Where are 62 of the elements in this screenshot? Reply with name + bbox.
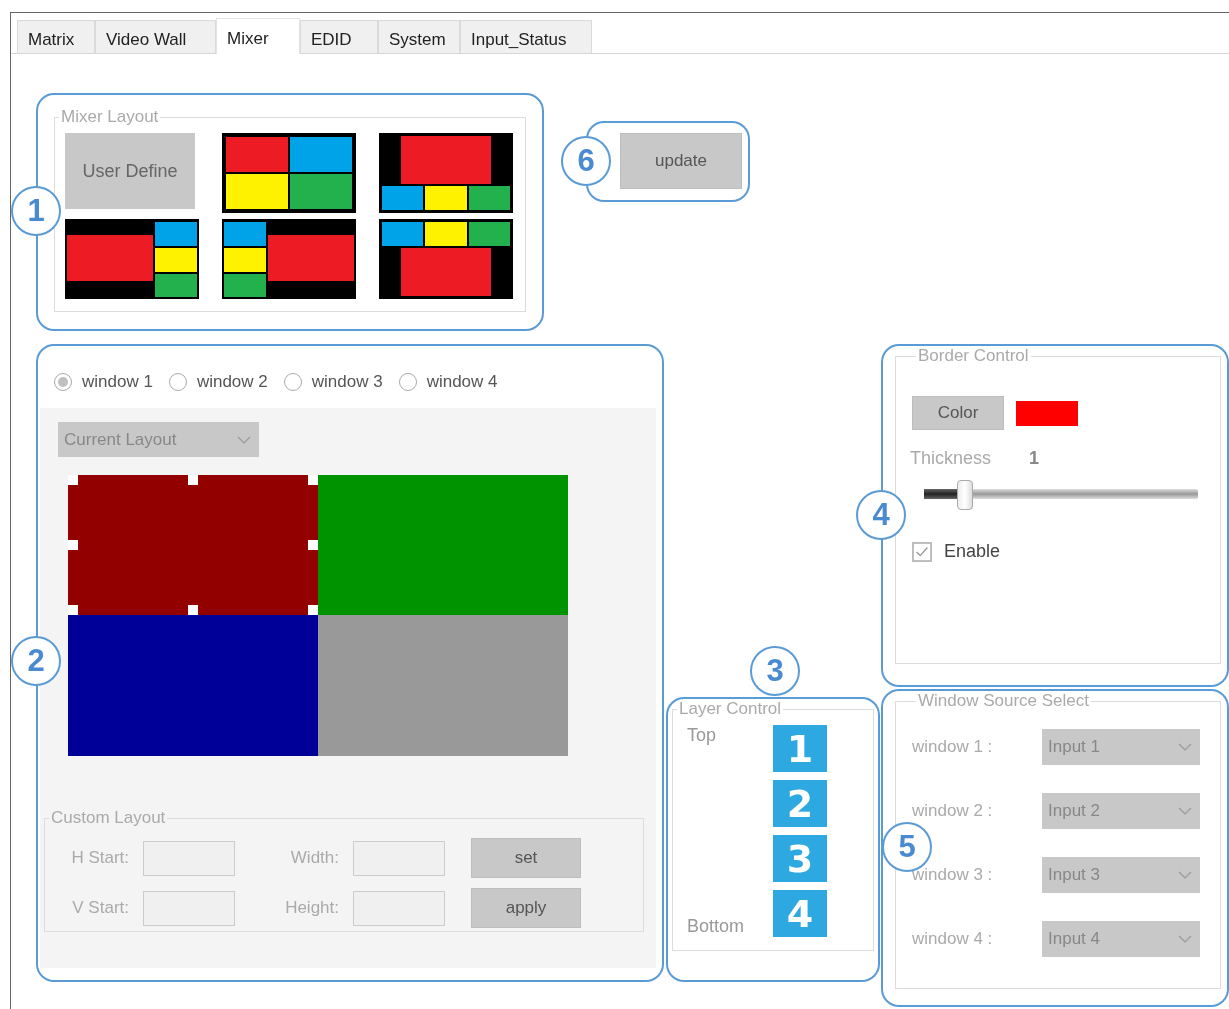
layout-preset-icon[interactable] — [222, 133, 356, 213]
update-button[interactable]: update — [620, 133, 742, 189]
layout-preset-icon[interactable] — [65, 219, 199, 299]
group-title: Layer Control — [678, 699, 783, 719]
set-button[interactable]: set — [471, 838, 581, 878]
callout-number: 4 — [856, 490, 906, 540]
tab[interactable]: EDID — [300, 20, 378, 53]
radio-button[interactable] — [283, 373, 302, 391]
radio-label: window 4 — [426, 372, 498, 392]
chevron-icon — [1178, 935, 1192, 943]
tab[interactable]: System — [378, 20, 460, 53]
color-button[interactable]: Color — [912, 396, 1004, 430]
layer-tile[interactable]: 2 — [773, 780, 827, 827]
thickness-label: Thickness — [910, 448, 992, 469]
layout-preset-icon[interactable] — [379, 219, 513, 299]
group-title: Mixer Layout — [60, 107, 160, 127]
chevron-icon — [1178, 871, 1192, 879]
layout-preset-icon[interactable] — [379, 133, 513, 213]
tab[interactable]: Matrix — [17, 20, 95, 53]
field-label: V Start: — [71, 898, 130, 918]
group-title: Custom Layout — [50, 808, 167, 828]
layer-label: Bottom — [687, 916, 746, 937]
checkbox[interactable] — [912, 541, 932, 562]
input-field[interactable] — [353, 840, 445, 876]
field-label: window 2 : — [912, 801, 994, 821]
layer-tile[interactable]: 4 — [773, 890, 827, 937]
field-label: Width: — [289, 848, 340, 868]
layer-label: Top — [687, 725, 718, 746]
tab[interactable]: Input_Status — [460, 20, 592, 53]
thickness-value: 1 — [1029, 448, 1040, 469]
callout-number: 2 — [11, 636, 61, 686]
chevron-icon — [237, 435, 251, 444]
tab[interactable]: Mixer — [216, 18, 300, 54]
tab[interactable]: Video Wall — [95, 20, 216, 53]
chevron-icon — [1178, 743, 1192, 751]
apply-button[interactable]: apply — [471, 888, 581, 928]
radio-button[interactable] — [168, 373, 187, 391]
radio-label: window 2 — [196, 372, 268, 392]
chevron-icon — [1178, 807, 1192, 815]
radio-label: window 1 — [82, 372, 153, 392]
layout-preset-icon[interactable] — [222, 219, 356, 299]
input-field[interactable] — [143, 840, 235, 876]
group-title: Border Control — [917, 346, 1030, 366]
field-label: window 4 : — [912, 929, 994, 949]
checkbox-label: Enable — [944, 541, 1001, 562]
slider-thumb[interactable] — [957, 480, 974, 510]
field-label: H Start: — [70, 848, 130, 868]
radio-label: window 3 — [311, 372, 383, 392]
callout-number: 1 — [11, 186, 61, 236]
layer-tile[interactable]: 3 — [773, 835, 827, 882]
radio-button[interactable] — [398, 373, 417, 391]
callout-number: 3 — [750, 646, 800, 696]
input-field[interactable] — [143, 890, 235, 926]
radio-button[interactable] — [54, 373, 72, 391]
field-label: window 1 : — [912, 737, 994, 757]
field-label: Height: — [284, 898, 340, 918]
input-field[interactable] — [353, 890, 445, 926]
user-define-button[interactable]: User Define — [65, 133, 195, 209]
callout-number: 6 — [561, 136, 611, 186]
group-title: Window Source Select — [917, 691, 1091, 711]
layer-tile[interactable]: 1 — [773, 725, 827, 772]
layout-window[interactable] — [68, 475, 318, 615]
